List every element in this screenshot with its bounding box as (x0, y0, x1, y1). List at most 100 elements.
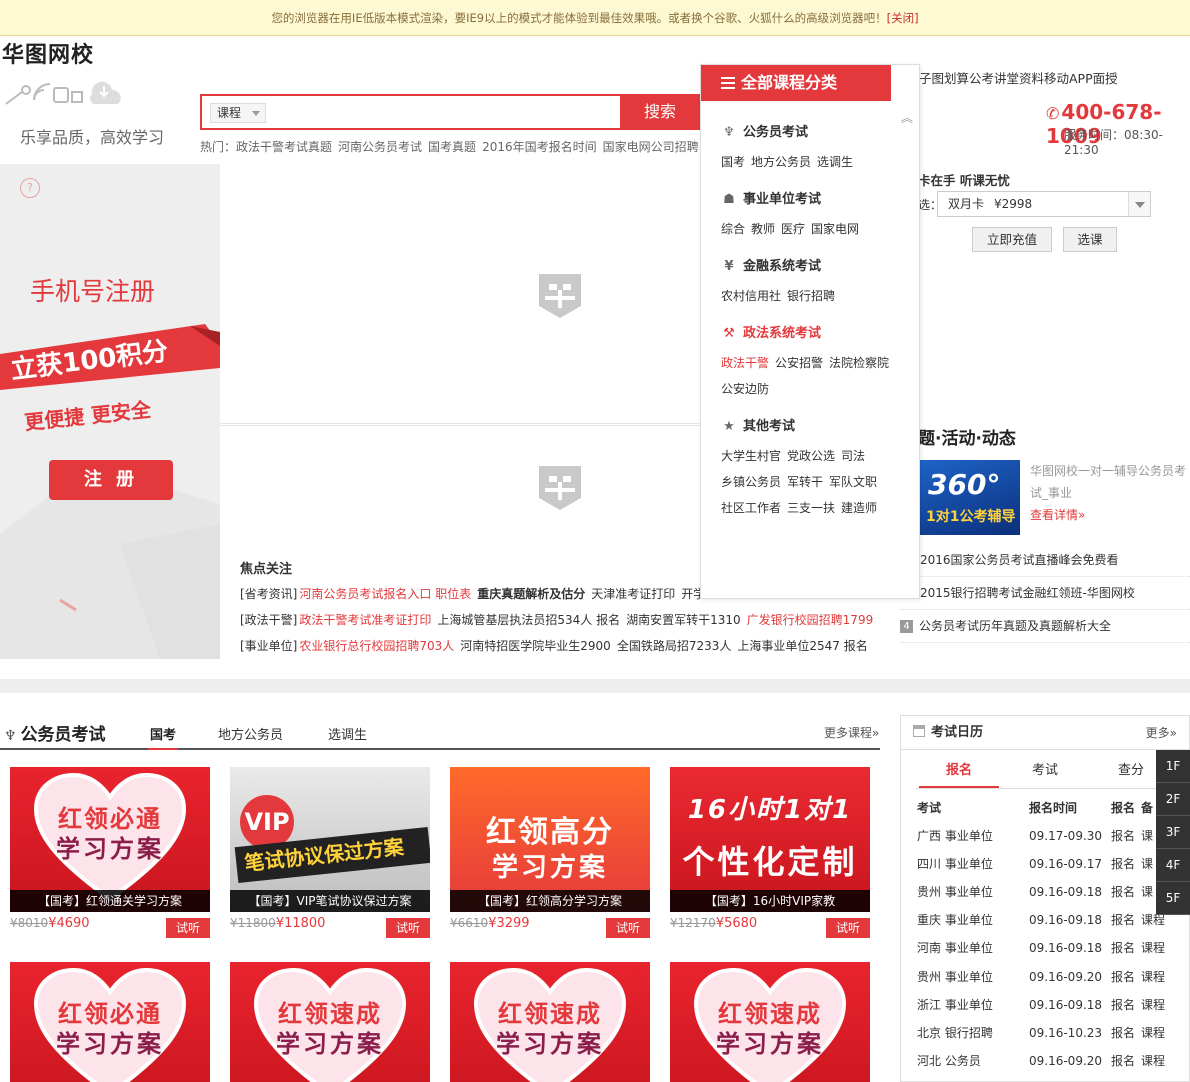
hot-link[interactable]: 政法干警考试真题 (236, 140, 332, 154)
category-title[interactable]: ☗ 事业单位考试 (721, 190, 911, 210)
category-link[interactable]: 三支一扶 (787, 501, 835, 515)
course-poster[interactable]: 红领必通 学习方案 【国考】红领通关学习方案 (10, 767, 210, 912)
category-link[interactable]: 乡镇公务员 (721, 475, 781, 489)
course-card[interactable]: VIP 笔试协议保过方案 【国考】VIP笔试协议保过方案 ¥11800¥11800 试听 (230, 767, 430, 942)
category-link[interactable]: 地方公务员 (751, 155, 811, 169)
category-title[interactable]: ⚒ 政法系统考试 (721, 324, 911, 344)
hot-link[interactable]: 国家电网公司招聘 (603, 140, 699, 154)
course-link[interactable]: 课程 (1141, 934, 1165, 962)
course-card[interactable]: 红领速成 学习方案 (670, 962, 870, 1082)
focus-link[interactable]: 河南公务员考试报名入口 职位表 (299, 587, 471, 601)
course-poster[interactable]: 红领必通 学习方案 (10, 962, 210, 1082)
register-link[interactable]: 报名 (1111, 1047, 1135, 1075)
focus-link[interactable]: 上海事业单位2547 报名 (737, 639, 867, 653)
focus-link[interactable]: 重庆真题解析及估分 (477, 587, 585, 601)
category-link[interactable]: 银行招聘 (787, 289, 835, 303)
news-item[interactable]: 4 公务员考试历年真题及真题解析大全 (900, 610, 1190, 643)
floor-nav-item[interactable]: 2F (1156, 783, 1190, 816)
course-poster[interactable]: 红领高分 学习方案 【国考】红领高分学习方案 (450, 767, 650, 912)
floor-nav-item[interactable]: 5F (1156, 882, 1190, 915)
category-link[interactable]: 医疗 (781, 222, 805, 236)
floor-nav-item[interactable]: 4F (1156, 849, 1190, 882)
focus-link[interactable]: 湖南安置军转干1310 (626, 613, 741, 627)
course-link[interactable]: 课程 (1141, 1019, 1165, 1047)
register-link[interactable]: 报名 (1111, 1019, 1135, 1047)
category-link[interactable]: 政法干警 (721, 356, 769, 370)
trial-button[interactable]: 试听 (606, 918, 650, 938)
tab-local-civil-service[interactable]: 地方公务员 (218, 724, 283, 743)
course-link[interactable]: 课 (1141, 878, 1153, 906)
course-poster[interactable]: 红领速成 学习方案 (450, 962, 650, 1082)
search-button[interactable]: 搜索 (620, 94, 700, 130)
focus-link[interactable]: 政法干警考试准考证打印 (299, 613, 431, 627)
category-link[interactable]: 教师 (751, 222, 775, 236)
category-link[interactable]: 国考 (721, 155, 745, 169)
tab-selected-graduates[interactable]: 选调生 (328, 724, 367, 743)
course-poster[interactable]: 16小时1对1 个性化定制 【国考】16小时VIP家教 (670, 767, 870, 912)
category-link[interactable]: 司法 (841, 449, 865, 463)
focus-link[interactable]: 广发银行校园招聘1799 (747, 613, 874, 627)
course-link[interactable]: 课程 (1141, 991, 1165, 1019)
course-card[interactable]: 红领速成 学习方案 (450, 962, 650, 1082)
course-link[interactable]: 课程 (1141, 1047, 1165, 1075)
category-link[interactable]: 农村信用社 (721, 289, 781, 303)
trial-button[interactable]: 试听 (166, 918, 210, 938)
tab-exam[interactable]: 考试 (1005, 760, 1085, 788)
category-title[interactable]: ♆ 公务员考试 (721, 123, 911, 143)
hot-link[interactable]: 国考真题 (428, 140, 476, 154)
register-link[interactable]: 报名 (1111, 963, 1135, 991)
course-card[interactable]: 16小时1对1 个性化定制 【国考】16小时VIP家教 ¥12170¥5680 试听 (670, 767, 870, 942)
course-poster[interactable]: 红领速成 学习方案 (230, 962, 430, 1082)
floor-nav-item[interactable]: 3F (1156, 816, 1190, 849)
category-title[interactable]: ★ 其他考试 (721, 417, 911, 437)
category-link[interactable]: 国家电网 (811, 222, 859, 236)
category-link[interactable]: 建造师 (841, 501, 877, 515)
category-link[interactable]: 公安招警 (775, 356, 823, 370)
course-link[interactable]: 课 (1141, 822, 1153, 850)
category-link[interactable]: 军转干 (787, 475, 823, 489)
course-link[interactable]: 课 (1141, 850, 1153, 878)
course-card[interactable]: 红领必通 学习方案 【国考】红领通关学习方案 ¥8010¥4690 试听 (10, 767, 210, 942)
course-poster[interactable]: 红领速成 学习方案 (670, 962, 870, 1082)
focus-link[interactable]: 上海城管基层执法员招534人 报名 (437, 613, 620, 627)
register-link[interactable]: 报名 (1111, 878, 1135, 906)
news-item[interactable]: 2015银行招聘考试金融红领班-华图网校 (900, 577, 1190, 610)
register-link[interactable]: 报名 (1111, 906, 1135, 934)
category-link[interactable]: 社区工作者 (721, 501, 781, 515)
register-link[interactable]: 报名 (1111, 934, 1135, 962)
site-logo-title[interactable]: 华图网校 (2, 37, 94, 69)
top-nav[interactable]: 子图划算公考讲堂资料移动APP面授 (919, 68, 1118, 87)
course-link[interactable]: 课程 (1141, 963, 1165, 991)
course-card[interactable]: 红领高分 学习方案 【国考】红领高分学习方案 ¥6610¥3299 试听 (450, 767, 650, 942)
card-select[interactable]: 双月卡 ¥2998 (937, 191, 1151, 217)
search-category-select[interactable]: 课程 (210, 103, 266, 123)
calendar-more-link[interactable]: 更多» (1146, 716, 1177, 750)
select-course-button[interactable]: 选课 (1063, 227, 1117, 252)
category-link[interactable]: 军队文职 (829, 475, 877, 489)
tab-guokao[interactable]: 国考 (147, 724, 179, 750)
news-item[interactable]: 2016国家公务员考试直播峰会免费看 (900, 544, 1190, 577)
register-link[interactable]: 报名 (1111, 991, 1135, 1019)
trial-button[interactable]: 试听 (386, 918, 430, 938)
slide-placeholder[interactable] (220, 164, 700, 424)
register-link[interactable]: 报名 (1111, 822, 1135, 850)
register-banner[interactable]: ? 手机号注册 立获100积分 更便捷 更安全 注 册 (0, 164, 220, 659)
category-title[interactable]: ¥ 金融系统考试 (721, 257, 911, 277)
category-link[interactable]: 公安边防 (721, 382, 769, 396)
tab-registration[interactable]: 报名 (919, 760, 999, 788)
news-thumbnail[interactable]: 360° 1对1公考辅导 (920, 460, 1020, 535)
search-input[interactable] (272, 100, 612, 126)
news-feature-desc[interactable]: 华图网校一对一辅导公务员考试_事业 (1030, 464, 1186, 500)
floor-nav-item[interactable]: 1F (1156, 750, 1190, 783)
trial-button[interactable]: 试听 (826, 918, 870, 938)
focus-link[interactable]: 农业银行总行校园招聘703人 (299, 639, 454, 653)
register-button[interactable]: 注 册 (49, 460, 173, 500)
slide-placeholder[interactable] (220, 425, 700, 545)
hot-link[interactable]: 河南公务员考试 (338, 140, 422, 154)
category-link[interactable]: 法院检察院 (829, 356, 889, 370)
category-link[interactable]: 大学生村官 (721, 449, 781, 463)
register-link[interactable]: 报名 (1111, 850, 1135, 878)
hot-link[interactable]: 2016年国考报名时间 (482, 140, 597, 154)
course-poster[interactable]: VIP 笔试协议保过方案 【国考】VIP笔试协议保过方案 (230, 767, 430, 912)
category-link[interactable]: 选调生 (817, 155, 853, 169)
